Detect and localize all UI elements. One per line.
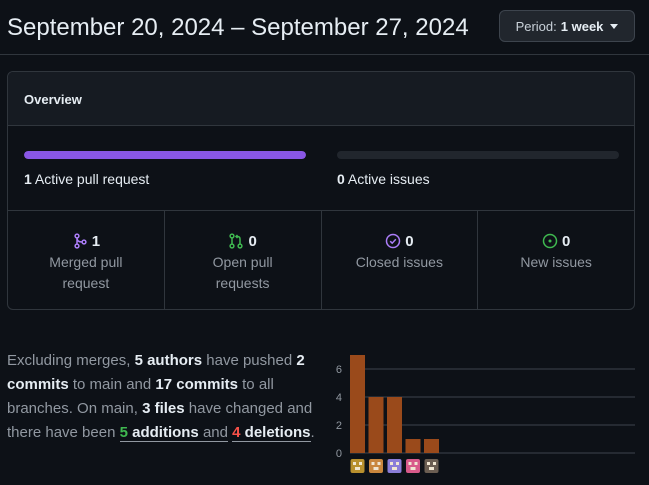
closed-issues-label: Closed issues xyxy=(355,254,443,270)
period-value: 1 week xyxy=(560,18,604,34)
period-label: Period: xyxy=(515,18,557,34)
author-avatar xyxy=(369,459,383,473)
pull-request-progress-bar xyxy=(24,151,306,159)
summary-text: to main and xyxy=(72,376,152,393)
y-tick-label: 0 xyxy=(336,448,342,460)
avatar-pattern xyxy=(373,467,379,470)
avatar-pattern xyxy=(427,462,430,465)
avatar-pattern xyxy=(377,462,381,465)
date-range-title: September 20, 2024 – September 27, 2024 xyxy=(7,14,469,41)
commits-all-count: 17 commits xyxy=(155,376,238,393)
commit-bar xyxy=(405,439,421,453)
summary-text: have pushed xyxy=(206,352,293,369)
deletions-count: 4 xyxy=(232,424,241,441)
avatar-pattern xyxy=(410,467,416,470)
authors-count: 5 authors xyxy=(134,352,203,369)
files-changed-count: 3 files xyxy=(142,400,185,417)
closed-issues-count: 0 xyxy=(405,232,414,250)
caret-down-icon xyxy=(610,23,619,29)
active-pr-label: Active pull request xyxy=(34,171,150,187)
overview-header: Overview xyxy=(8,72,634,126)
open-pr-count: 0 xyxy=(248,232,257,250)
overview-progress-section: 1 Active pull request 0 Active issues xyxy=(8,126,634,211)
author-avatar xyxy=(350,459,365,473)
new-issues-count: 0 xyxy=(561,232,571,250)
merged-pr-count: 1 xyxy=(91,232,101,250)
commit-bar xyxy=(350,355,365,453)
merged-pull-requests-stat[interactable]: 1 Merged pull request xyxy=(8,211,165,309)
author-avatar xyxy=(424,459,439,473)
open-pr-label: Open pull requests xyxy=(212,254,273,291)
avatar-pattern xyxy=(355,467,360,470)
new-issues-label: New issues xyxy=(520,254,592,270)
additions-count: 5 xyxy=(119,424,128,441)
author-avatar xyxy=(406,459,420,473)
avatar-pattern xyxy=(414,462,418,465)
open-pull-requests-stat[interactable]: 0 Open pull requests xyxy=(165,211,322,309)
commit-bar xyxy=(387,397,402,453)
active-pr-count: 1 xyxy=(24,171,32,187)
new-issues-stat[interactable]: 0 New issues xyxy=(478,211,634,309)
summary-text: . xyxy=(310,424,315,441)
avatar-pattern xyxy=(408,462,412,465)
overview-stats-row: 1 Merged pull request 0 Open pull reques… xyxy=(8,211,634,309)
avatar-pattern xyxy=(433,462,436,465)
avatar-pattern xyxy=(429,467,434,470)
commits-chart-svg: 0 2 4 6 xyxy=(336,355,635,473)
merged-pr-icon xyxy=(74,233,87,249)
merged-pr-label: Merged pull request xyxy=(49,254,123,291)
deletions-link[interactable]: 4 deletions xyxy=(232,424,311,442)
pull-request-progress-fill xyxy=(24,151,306,159)
open-pr-icon xyxy=(229,233,244,249)
summary-text: and xyxy=(202,424,228,441)
avatar-pattern xyxy=(390,462,393,465)
active-pull-requests-link[interactable]: 1 Active pull request xyxy=(24,171,149,187)
new-issue-icon xyxy=(542,233,558,249)
closed-issue-icon xyxy=(385,233,401,249)
avatar-pattern xyxy=(353,462,356,465)
additions-deletions-link[interactable]: 5 additions and xyxy=(119,424,228,442)
avatar-pattern xyxy=(359,462,362,465)
avatar-pattern xyxy=(396,462,399,465)
closed-issues-stat[interactable]: 0 Closed issues xyxy=(322,211,479,309)
deletions-label: deletions xyxy=(244,424,311,441)
y-tick-label: 2 xyxy=(336,420,342,432)
active-issues-link[interactable]: 0 Active issues xyxy=(337,171,430,187)
active-issues-count: 0 xyxy=(337,171,345,187)
overview-panel: Overview 1 Active pull request 0 Active … xyxy=(7,71,635,310)
overview-title: Overview xyxy=(24,92,82,107)
summary-text: Excluding merges, xyxy=(7,352,131,369)
page-header: September 20, 2024 – September 27, 2024 … xyxy=(0,0,649,55)
additions-label: additions xyxy=(132,424,199,441)
commit-summary: Excluding merges, 5 authors have pushed … xyxy=(7,349,327,445)
y-tick-label: 6 xyxy=(336,364,342,376)
commits-by-author-chart: 0 2 4 6 xyxy=(330,345,640,480)
author-avatar xyxy=(387,459,402,473)
period-dropdown-button[interactable]: Period: 1 week xyxy=(499,10,635,42)
active-issues-label: Active issues xyxy=(347,171,430,187)
avatar-pattern xyxy=(392,467,397,470)
commit-bar xyxy=(368,397,384,453)
y-tick-label: 4 xyxy=(336,392,342,404)
issues-progress-bar xyxy=(337,151,619,159)
header-divider xyxy=(0,54,649,55)
avatar-pattern xyxy=(371,462,375,465)
commit-bar xyxy=(424,439,439,453)
